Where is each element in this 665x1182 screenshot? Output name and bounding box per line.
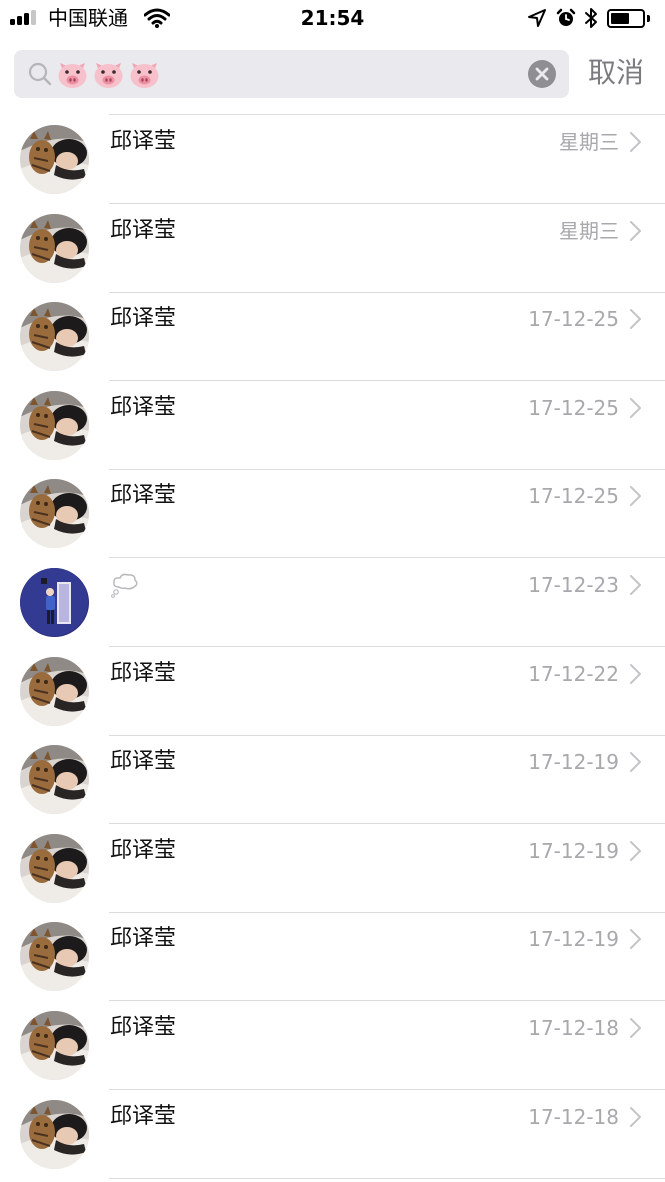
avatar (20, 656, 89, 726)
contact-name: 邱译莹 (110, 749, 177, 775)
message-date: 星期三 (559, 130, 619, 154)
message-date: 17-12-25 (528, 395, 619, 420)
search-bar[interactable] (14, 50, 569, 98)
contact-name: 邱译莹 (110, 217, 177, 243)
pig-face-icon (94, 63, 123, 88)
list-item[interactable]: 邱译莹 17-12-25 (0, 292, 665, 382)
battery-icon (607, 9, 645, 28)
avatar (20, 833, 89, 903)
avatar (20, 1099, 89, 1169)
list-item[interactable]: 邱译莹 星期三 (0, 115, 665, 204)
list-item[interactable]: 邱译莹 17-12-18 (0, 1001, 665, 1090)
list-item[interactable]: 邱译莹 17-12-18 (0, 1090, 665, 1179)
contact-name: 邱译莹 (110, 926, 177, 952)
battery-cap (647, 15, 650, 22)
list-item[interactable]: 邱译莹 17-12-19 (0, 735, 665, 825)
message-date: 17-12-19 (528, 750, 619, 775)
contact-name: 邱译莹 (110, 306, 177, 332)
message-date: 17-12-23 (528, 573, 619, 597)
search-input[interactable] (56, 56, 161, 92)
list-item[interactable]: 邱译莹 星期三 (0, 204, 665, 293)
message-date: 17-12-18 (528, 1104, 619, 1129)
contact-name: 邱译莹 (110, 1015, 177, 1040)
chevron-right-icon (630, 486, 641, 507)
contact-name: 邱译莹 (110, 1103, 177, 1129)
bluetooth-icon (585, 8, 597, 28)
cancel-button[interactable]: 取消 (588, 55, 644, 91)
message-date: 17-12-25 (528, 307, 619, 332)
message-date: 17-12-19 (528, 838, 619, 863)
chevron-right-icon (630, 840, 641, 861)
avatar (20, 213, 89, 283)
avatar (20, 302, 89, 372)
message-date: 17-12-18 (528, 1016, 619, 1040)
list-item[interactable]: 邱译莹 17-12-19 (0, 912, 665, 1002)
message-date: 星期三 (559, 218, 619, 243)
contact-name: 邱译莹 (110, 837, 177, 863)
avatar (20, 390, 89, 460)
list-item[interactable]: 邱译莹 17-12-22 (0, 647, 665, 736)
chevron-right-icon (630, 220, 641, 241)
location-arrow-icon (528, 9, 546, 27)
avatar (20, 922, 89, 992)
search-icon (28, 62, 52, 86)
chevron-right-icon (630, 1106, 641, 1127)
clear-icon[interactable] (528, 60, 556, 88)
alarm-icon (556, 8, 576, 26)
chevron-right-icon (630, 663, 641, 684)
message-date: 17-12-19 (528, 927, 619, 952)
status-bar: 中国联通 21:54 (0, 0, 665, 38)
chevron-right-icon (630, 1018, 641, 1038)
separator (109, 1177, 665, 1179)
contact-name: 邱译莹 (110, 394, 177, 420)
chevron-right-icon (630, 929, 641, 950)
chevron-right-icon (630, 132, 641, 152)
chevron-right-icon (630, 309, 641, 330)
thought-bubble-icon (110, 571, 140, 607)
contact-name: 邱译莹 (110, 129, 177, 154)
list-item[interactable]: 邱译莹 17-12-25 (0, 381, 665, 470)
contact-name: 邱译莹 (110, 660, 177, 686)
pig-face-icon (130, 63, 159, 88)
illustration-avatar (20, 568, 89, 637)
avatar (20, 745, 89, 815)
avatar (20, 125, 89, 194)
pig-face-icon (58, 63, 87, 88)
avatar (20, 1011, 89, 1080)
chevron-right-icon (630, 397, 641, 418)
message-date: 17-12-25 (528, 484, 619, 509)
chevron-right-icon (630, 575, 641, 595)
list-item[interactable]: 邱译莹 17-12-19 (0, 824, 665, 913)
avatar (20, 479, 89, 549)
chevron-right-icon (630, 752, 641, 773)
list-item[interactable]: 邱译莹 17-12-25 (0, 469, 665, 559)
contact-name: 邱译莹 (110, 483, 177, 509)
message-date: 17-12-22 (528, 661, 619, 686)
list-item[interactable]: 17-12-23 (0, 558, 665, 647)
